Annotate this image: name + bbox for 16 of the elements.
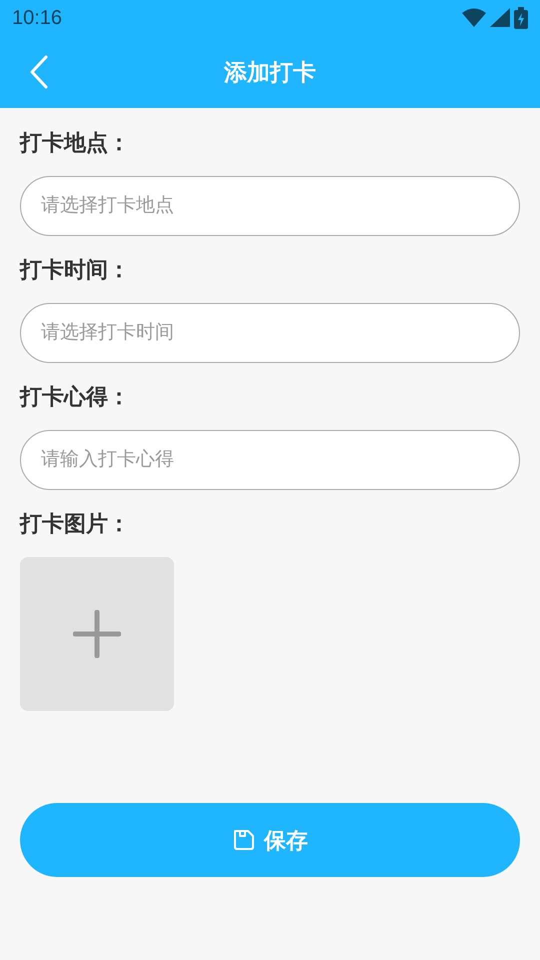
input-field[interactable]: 请输入打卡心得 (20, 430, 520, 490)
status-time: 10:16 (12, 6, 62, 31)
input-field[interactable]: 请选择打卡地点 (20, 176, 520, 236)
save-button[interactable]: 保存 (20, 803, 520, 877)
page-title: 添加打卡 (224, 58, 316, 87)
field-label: 打卡图片： (20, 510, 131, 538)
wifi-icon (462, 8, 486, 28)
plus-icon (73, 610, 121, 658)
field-label: 打卡心得： (20, 383, 131, 411)
save-icon (232, 828, 256, 852)
battery-icon (514, 7, 528, 29)
signal-icon (490, 8, 510, 28)
field-label: 打卡地点： (20, 129, 131, 157)
input-field[interactable]: 请选择打卡时间 (20, 303, 520, 363)
back-icon (29, 55, 49, 89)
field-label: 打卡时间： (20, 256, 131, 284)
